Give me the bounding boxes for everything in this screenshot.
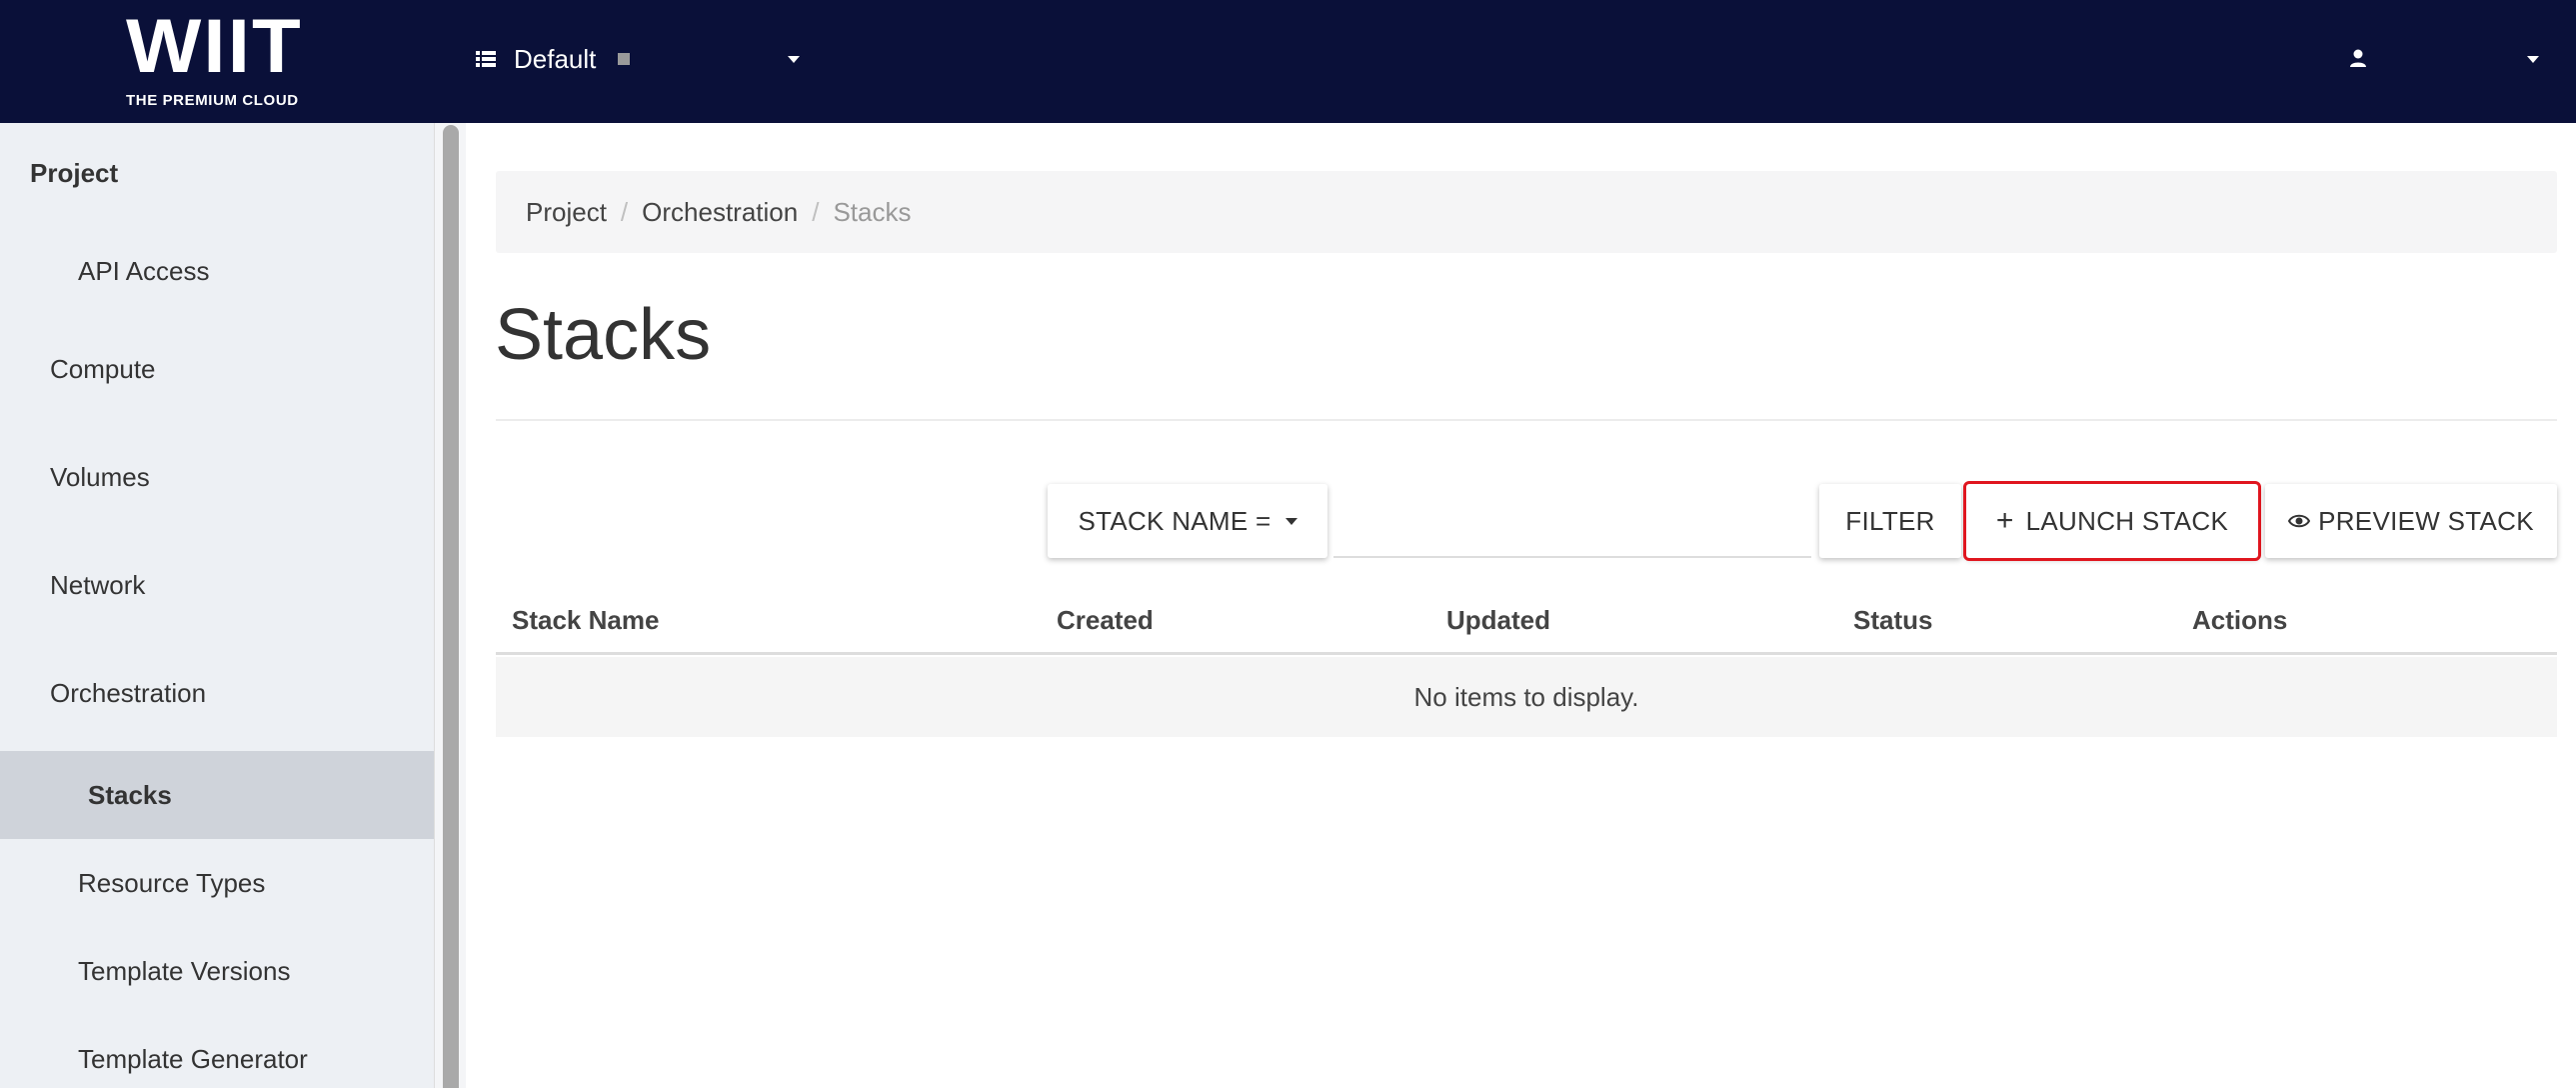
project-selector-dropdown[interactable]: Default [476,34,812,84]
filter-field-label: STACK NAME = [1078,505,1272,536]
filter-button[interactable]: FILTER [1819,484,1961,558]
brand-tagline: THE PREMIUM CLOUD [126,92,299,109]
sidebar-item-compute[interactable]: Compute [0,339,434,399]
preview-stack-label: PREVIEW STACK [2318,505,2534,536]
column-header-actions: Actions [2192,605,2288,635]
sidebar-item-label: Stacks [88,779,172,810]
breadcrumb-stacks: Stacks [833,196,912,227]
sidebar-item-label: Compute [50,353,156,384]
chevron-down-icon [788,56,800,63]
project-name: Default [514,43,597,74]
breadcrumb-separator: / [812,196,820,227]
sidebar-item-stacks[interactable]: Stacks [0,751,434,839]
breadcrumb-separator: / [620,196,629,227]
column-header-stack-name[interactable]: Stack Name [512,605,659,636]
user-menu-dropdown[interactable] [2339,34,2549,84]
sidebar-item-label: Network [50,569,146,600]
sidebar-item-label: Resource Types [78,867,266,898]
sidebar-scrollbar-thumb[interactable] [443,125,459,1088]
filter-input[interactable] [1333,484,1811,558]
top-navbar: WIIT THE PREMIUM CLOUD Default [0,0,2576,123]
filter-button-label: FILTER [1845,505,1935,536]
sidebar: Project API Access Compute Volumes Netwo… [0,123,434,1088]
stacks-table-header: Stack Name Created Updated Status Action… [496,585,2557,655]
preview-stack-button[interactable]: PREVIEW STACK [2265,484,2557,558]
breadcrumb-orchestration[interactable]: Orchestration [642,197,798,228]
launch-stack-label: LAUNCH STACK [2025,505,2229,536]
column-header-created[interactable]: Created [1057,605,1154,636]
chevron-down-icon [1285,517,1297,525]
sidebar-item-volumes[interactable]: Volumes [0,447,434,507]
region-square-icon [618,53,631,65]
breadcrumb-project[interactable]: Project [526,197,607,228]
brand-name: WIIT [126,4,303,89]
sidebar-item-resource-types[interactable]: Resource Types [0,853,434,913]
page-title: Stacks [495,295,712,375]
brand-logo[interactable]: WIIT THE PREMIUM CLOUD [126,9,310,110]
sidebar-item-label: Template Versions [78,955,291,986]
sidebar-item-template-versions[interactable]: Template Versions [0,941,434,1001]
sidebar-item-project[interactable]: Project [0,143,434,203]
list-icon [476,51,496,67]
column-header-status[interactable]: Status [1853,605,1932,636]
table-empty-row: No items to display. [496,657,2557,737]
user-icon [2350,49,2366,67]
sidebar-item-orchestration[interactable]: Orchestration [0,663,434,723]
title-divider [496,419,2557,421]
filter-field-dropdown[interactable]: STACK NAME = [1048,484,1327,558]
sidebar-item-network[interactable]: Network [0,555,434,615]
sidebar-item-label: Volumes [50,461,150,492]
sidebar-item-template-generator[interactable]: Template Generator [0,1029,434,1088]
eye-icon [2288,514,2311,528]
sidebar-item-label: Template Generator [78,1043,308,1074]
plus-icon: + [1995,504,2014,537]
sidebar-item-label: Orchestration [50,677,207,708]
sidebar-item-label: Project [30,157,119,188]
launch-stack-button[interactable]: + LAUNCH STACK [1963,481,2261,561]
empty-message: No items to display. [1413,681,1639,712]
chevron-down-icon [2527,56,2539,63]
column-header-updated[interactable]: Updated [1446,605,1550,636]
sidebar-item-api-access[interactable]: API Access [0,241,434,301]
sidebar-scrollbar[interactable] [434,123,466,1088]
sidebar-item-label: API Access [78,255,210,286]
breadcrumb: Project / Orchestration / Stacks [496,171,2557,253]
